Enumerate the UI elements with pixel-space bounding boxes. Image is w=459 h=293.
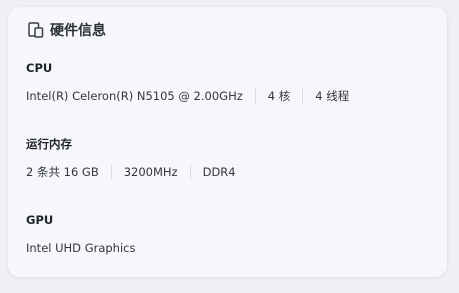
memory-frequency: 3200MHz <box>123 165 178 179</box>
device-icon <box>27 21 45 39</box>
cpu-model: Intel(R) Celeron(R) N5105 @ 2.00GHz <box>26 89 243 103</box>
cpu-label: CPU <box>26 61 53 75</box>
memory-section: 运行内存 2 条共 16 GB 3200MHz DDR4 <box>26 136 236 180</box>
cpu-values: Intel(R) Celeron(R) N5105 @ 2.00GHz 4 核 … <box>26 88 349 104</box>
separator <box>110 165 112 179</box>
separator <box>189 165 191 179</box>
cpu-section: CPU Intel(R) Celeron(R) N5105 @ 2.00GHz … <box>26 60 349 104</box>
separator <box>302 89 304 103</box>
memory-type: DDR4 <box>202 165 236 179</box>
gpu-label: GPU <box>26 213 54 227</box>
gpu-section: GPU Intel UHD Graphics <box>26 212 135 256</box>
memory-capacity: 2 条共 16 GB <box>26 165 99 179</box>
memory-label: 运行内存 <box>26 137 72 151</box>
memory-values: 2 条共 16 GB 3200MHz DDR4 <box>26 164 236 180</box>
hardware-info-card: 硬件信息 CPU Intel(R) Celeron(R) N5105 @ 2.0… <box>8 7 447 277</box>
separator <box>254 89 256 103</box>
gpu-model: Intel UHD Graphics <box>26 241 136 255</box>
cpu-threads: 4 线程 <box>315 89 350 103</box>
card-title: 硬件信息 <box>50 23 106 39</box>
cpu-cores: 4 核 <box>267 89 291 103</box>
gpu-values: Intel UHD Graphics <box>26 240 135 256</box>
card-header: 硬件信息 <box>27 20 106 40</box>
